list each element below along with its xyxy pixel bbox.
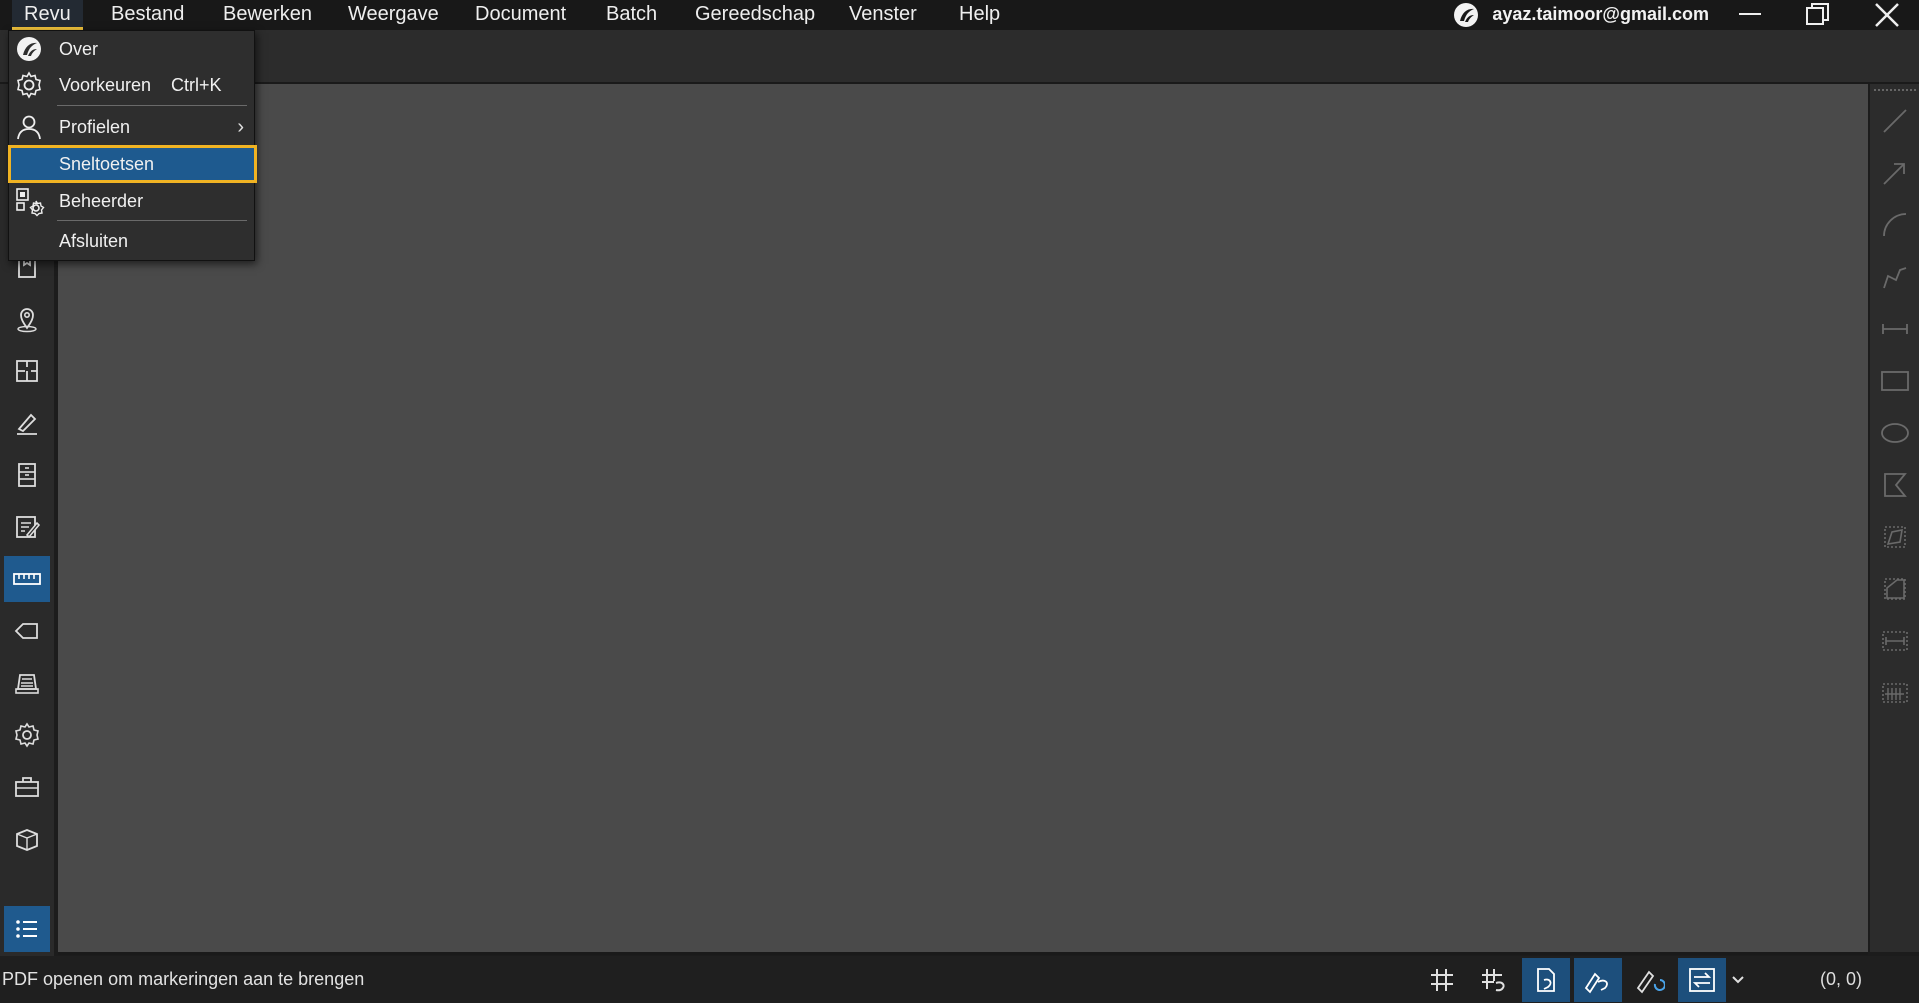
- polygon-tool-icon[interactable]: [1880, 470, 1910, 500]
- status-message: PDF openen om markeringen aan te brengen: [2, 969, 365, 989]
- length-measure-icon[interactable]: [1880, 626, 1910, 656]
- places-icon[interactable]: [4, 296, 50, 342]
- menu-item-label: Voorkeuren: [59, 75, 152, 95]
- restore-button[interactable]: [1788, 0, 1848, 30]
- arrow-tool-icon[interactable]: [1880, 158, 1910, 188]
- bluebeam-logo-icon: [15, 35, 43, 63]
- properties-gear-icon[interactable]: [4, 712, 50, 758]
- signatures-icon[interactable]: [4, 400, 50, 446]
- tag-icon[interactable]: [4, 608, 50, 654]
- menu-item-profielen[interactable]: Profielen ›: [9, 109, 254, 145]
- menu-gereedschap[interactable]: Gereedschap: [683, 0, 827, 30]
- menu-item-label: Profielen: [59, 117, 131, 137]
- line-tool-icon[interactable]: [1880, 106, 1910, 136]
- toolbox-icon[interactable]: [4, 764, 50, 810]
- spaces-icon[interactable]: [4, 348, 50, 394]
- menu-separator: [57, 220, 247, 221]
- toolbar-strip: [0, 30, 1919, 84]
- menu-weergave[interactable]: Weergave: [336, 0, 451, 30]
- tool-chest-icon[interactable]: [4, 660, 50, 706]
- ellipse-tool-icon[interactable]: [1880, 418, 1910, 448]
- menu-help[interactable]: Help: [947, 0, 1012, 30]
- snap-to-content-icon[interactable]: [1522, 958, 1570, 1002]
- menu-item-label: Sneltoetsen: [59, 154, 155, 174]
- file-access-icon[interactable]: [4, 452, 50, 498]
- panel-list-icon[interactable]: [4, 906, 50, 952]
- menu-item-afsluiten[interactable]: Afsluiten: [9, 223, 254, 259]
- arc-tool-icon[interactable]: [1880, 210, 1910, 240]
- polyline-tool-icon[interactable]: [1880, 262, 1910, 292]
- account-email[interactable]: ayaz.taimoor@gmail.com: [1492, 0, 1709, 30]
- markups-list-icon[interactable]: [4, 504, 50, 550]
- bluebeam-logo-icon: [1452, 2, 1480, 28]
- menu-bewerken[interactable]: Bewerken: [211, 0, 324, 30]
- snap-to-grid-icon[interactable]: [1470, 958, 1518, 1002]
- gear-icon: [15, 71, 43, 99]
- menu-revu[interactable]: Revu: [12, 0, 83, 30]
- status-bar: PDF openen om markeringen aan te brengen…: [0, 956, 1919, 1003]
- revu-menu-dropdown: Over Voorkeuren Ctrl+K Profielen › Snelt…: [8, 30, 257, 261]
- cursor-coordinates: (0, 0): [1820, 969, 1863, 989]
- menu-item-label: Afsluiten: [59, 231, 129, 251]
- count-measure-icon[interactable]: [1880, 678, 1910, 708]
- 3d-model-icon[interactable]: [4, 816, 50, 862]
- submenu-arrow-icon: ›: [237, 116, 244, 138]
- dimension-tool-icon[interactable]: [1880, 314, 1910, 344]
- menu-separator: [57, 105, 247, 106]
- document-canvas[interactable]: [58, 84, 1868, 955]
- rectangle-tool-icon[interactable]: [1880, 366, 1910, 396]
- menu-item-voorkeuren[interactable]: Voorkeuren Ctrl+K: [9, 67, 254, 103]
- menu-document[interactable]: Document: [463, 0, 578, 30]
- menu-bar: Revu Bestand Bewerken Weergave Document …: [0, 0, 1919, 30]
- close-button[interactable]: [1856, 0, 1916, 30]
- menu-item-sneltoetsen[interactable]: Sneltoetsen: [8, 145, 257, 183]
- minimize-button[interactable]: [1720, 0, 1780, 30]
- reuse-markup-icon[interactable]: [1626, 958, 1674, 1002]
- perimeter-measure-icon[interactable]: [1880, 574, 1910, 604]
- user-icon: [15, 113, 43, 141]
- sync-icon[interactable]: [1678, 958, 1726, 1002]
- area-measure-icon[interactable]: [1880, 522, 1910, 552]
- grid-icon[interactable]: [1418, 958, 1466, 1002]
- chevron-down-icon[interactable]: [1726, 958, 1750, 1002]
- menu-batch[interactable]: Batch: [594, 0, 669, 30]
- menu-item-label: Beheerder: [59, 191, 144, 211]
- admin-icon: [15, 187, 45, 217]
- measurements-icon[interactable]: [4, 556, 50, 602]
- snap-to-markup-icon[interactable]: [1574, 958, 1622, 1002]
- menu-venster[interactable]: Venster: [837, 0, 929, 30]
- menu-item-over[interactable]: Over: [9, 31, 254, 67]
- menu-item-label: Over: [59, 39, 99, 59]
- menu-item-shortcut: Ctrl+K: [171, 75, 222, 95]
- right-markup-toolbar: [1870, 84, 1919, 952]
- menu-item-beheerder[interactable]: Beheerder: [9, 183, 254, 219]
- menu-bestand[interactable]: Bestand: [99, 0, 196, 30]
